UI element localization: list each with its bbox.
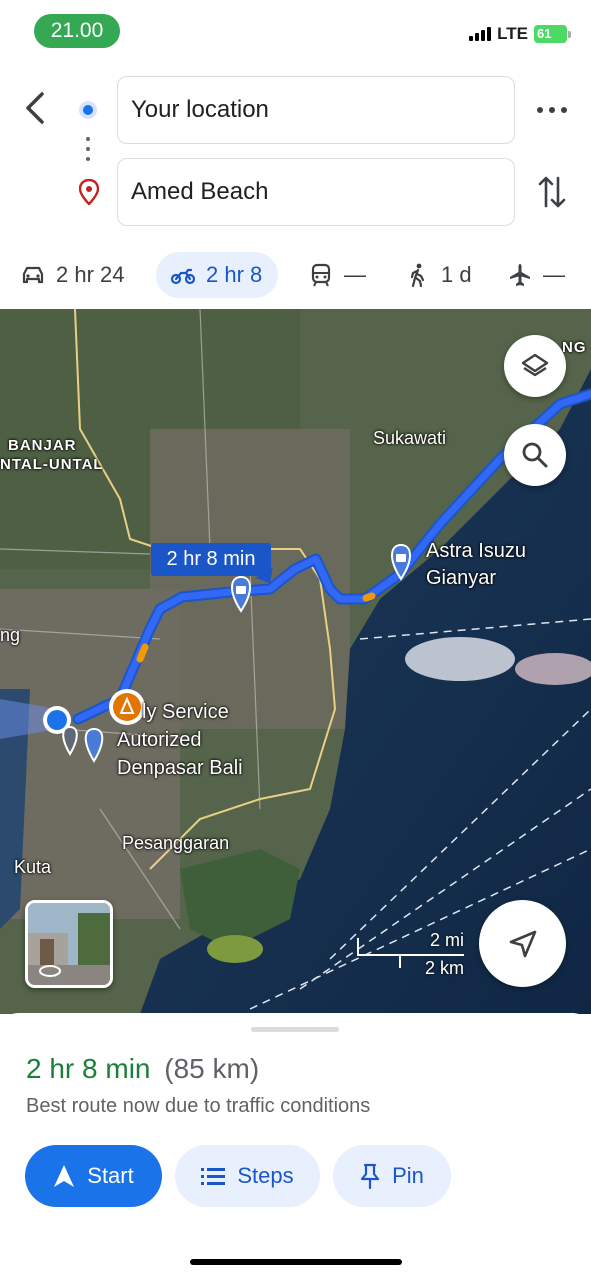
status-indicators: LTE 61	[469, 24, 571, 44]
flight-icon	[510, 264, 530, 286]
route-description: Best route now due to traffic conditions	[26, 1095, 371, 1117]
origin-dot-icon	[79, 101, 97, 119]
train-icon	[311, 263, 331, 287]
mode-flight-label: —	[543, 262, 565, 287]
map-view[interactable]: BANJAR NTAL-UNTAL ng NG Sukawati Astra I…	[0, 309, 591, 1014]
start-button[interactable]: Start	[25, 1145, 162, 1207]
map-label-ng-top: NG	[562, 339, 587, 356]
navigation-arrow-icon	[509, 930, 536, 957]
mode-walking-label: 1 d	[441, 262, 472, 287]
route-summary: 2 hr 8 min (85 km)	[26, 1053, 259, 1085]
start-button-label: Start	[87, 1163, 134, 1188]
list-icon	[201, 1168, 226, 1185]
route-duration: 2 hr 8 min	[26, 1053, 151, 1084]
map-label-service-3[interactable]: Denpasar Bali	[117, 757, 243, 780]
map-label-astra-2[interactable]: Gianyar	[426, 567, 496, 590]
mode-motorcycle-label: 2 hr 8	[206, 262, 263, 287]
home-indicator[interactable]	[190, 1259, 402, 1265]
network-type: LTE	[497, 24, 528, 43]
map-label-kuta: Kuta	[14, 857, 52, 877]
pushpin-icon	[360, 1163, 380, 1189]
map-label-ng-left: ng	[0, 625, 21, 645]
navigation-arrow-icon	[54, 1165, 75, 1187]
scale-metric: 2 km	[424, 958, 464, 978]
swap-icon	[538, 176, 566, 208]
map-label-sukawati: Sukawati	[373, 428, 447, 448]
swap-button[interactable]	[537, 172, 567, 212]
layers-button[interactable]	[504, 335, 566, 397]
battery-level: 61	[537, 26, 552, 41]
mode-transit[interactable]: —	[308, 252, 366, 298]
map-label-service-2[interactable]: Autorized	[117, 729, 202, 752]
pin-button[interactable]: Pin	[333, 1145, 451, 1207]
search-button[interactable]	[504, 424, 566, 486]
search-icon	[522, 442, 548, 468]
sheet-drag-handle[interactable]	[251, 1027, 339, 1032]
mode-driving[interactable]: 2 hr 24	[20, 252, 125, 298]
motorcycle-icon	[170, 268, 196, 285]
travel-mode-bar: 2 hr 24 2 hr 8 — 1 d —	[0, 252, 591, 298]
origin-input[interactable]: Your location	[117, 76, 515, 144]
scale-imperial: 2 mi	[429, 930, 464, 950]
layers-icon	[521, 353, 549, 377]
map-label-untal: NTAL-UNTAL	[0, 456, 104, 473]
map-scale: 2 mi 2 km	[356, 928, 466, 978]
mode-transit-label: —	[344, 262, 366, 287]
rotate-360-icon	[39, 965, 61, 977]
map-label-banjar: BANJAR	[8, 437, 77, 454]
map-label-pesanggaran: Pesanggaran	[122, 833, 230, 853]
steps-button-label: Steps	[237, 1163, 294, 1188]
back-button[interactable]	[20, 88, 52, 128]
signal-icon	[469, 27, 492, 41]
pin-button-label: Pin	[392, 1163, 424, 1188]
battery-icon: 61	[534, 25, 571, 43]
route-dots-icon	[86, 137, 90, 165]
destination-pin-icon	[78, 178, 100, 206]
walk-icon	[410, 263, 425, 288]
car-icon	[22, 266, 44, 284]
status-bar: 21.00 LTE 61	[0, 0, 591, 62]
route-duration-badge[interactable]: 2 hr 8 min	[151, 543, 271, 576]
more-options-button[interactable]	[537, 100, 567, 120]
status-time: 21.00	[34, 14, 120, 48]
route-sheet: 2 hr 8 min (85 km) Best route now due to…	[0, 1013, 591, 1280]
mode-driving-label: 2 hr 24	[56, 262, 125, 287]
mode-walking[interactable]: 1 d	[405, 252, 472, 298]
destination-input[interactable]: Amed Beach	[117, 158, 515, 226]
steps-button[interactable]: Steps	[175, 1145, 320, 1207]
route-distance: (85 km)	[164, 1053, 260, 1084]
street-view-thumbnail[interactable]	[25, 900, 113, 988]
mode-motorcycle[interactable]: 2 hr 8	[156, 252, 279, 298]
chevron-left-icon	[26, 92, 44, 124]
mode-flight[interactable]: —	[507, 252, 565, 298]
map-label-astra-1[interactable]: Astra Isuzu	[426, 540, 526, 563]
recenter-button[interactable]	[479, 900, 566, 987]
map-label-service-1[interactable]: ly Service	[142, 701, 229, 724]
